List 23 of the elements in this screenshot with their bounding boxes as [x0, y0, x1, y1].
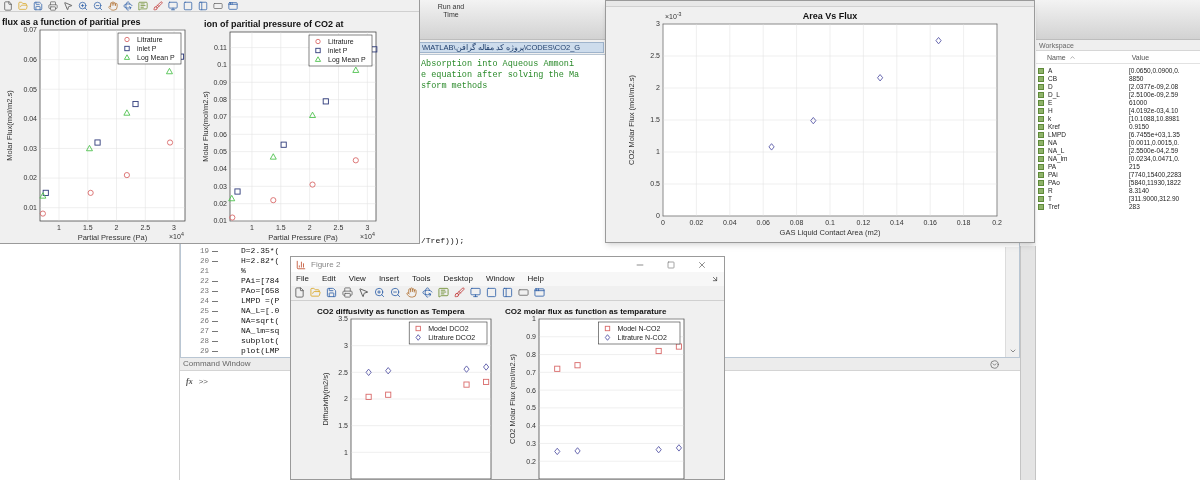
chart-title: CO2 diffusivity as function as Tempera	[317, 307, 465, 316]
code-line: /Tref)));	[421, 236, 465, 246]
code-line: D=2.35*(	[241, 246, 280, 256]
code-line: plot(LMP	[241, 346, 280, 356]
code-comment: Absorption into Aqueous Ammoni	[421, 59, 575, 70]
code-line: NA_lm=sq	[241, 326, 280, 336]
chart-title: flux as a function of paritial pres	[2, 17, 141, 27]
code-line: H=2.82*(	[241, 256, 280, 266]
window-title: Figure 2	[311, 259, 341, 270]
code-line: LMPD =(P	[241, 296, 280, 306]
code-line: NA_L=[.0	[241, 306, 280, 316]
command-prompt: >>	[198, 377, 208, 387]
code-comment: sform methods	[421, 81, 488, 92]
code-line: subplot(	[241, 336, 280, 346]
code-line: PAo=[658	[241, 286, 280, 296]
chart-title: CO2 molar flux as function as temparature	[505, 307, 667, 316]
panel-title: Command Window	[183, 359, 251, 369]
code-line: NA=sqrt(	[241, 316, 280, 326]
chart-title: Area Vs Flux	[802, 11, 858, 21]
code-comment: e equation after solving the Ma	[421, 70, 580, 81]
chart-title: ion of paritial pressure of CO2 at	[204, 19, 344, 29]
code-line: %	[241, 266, 246, 276]
code-line: PAi=[784	[241, 276, 280, 286]
